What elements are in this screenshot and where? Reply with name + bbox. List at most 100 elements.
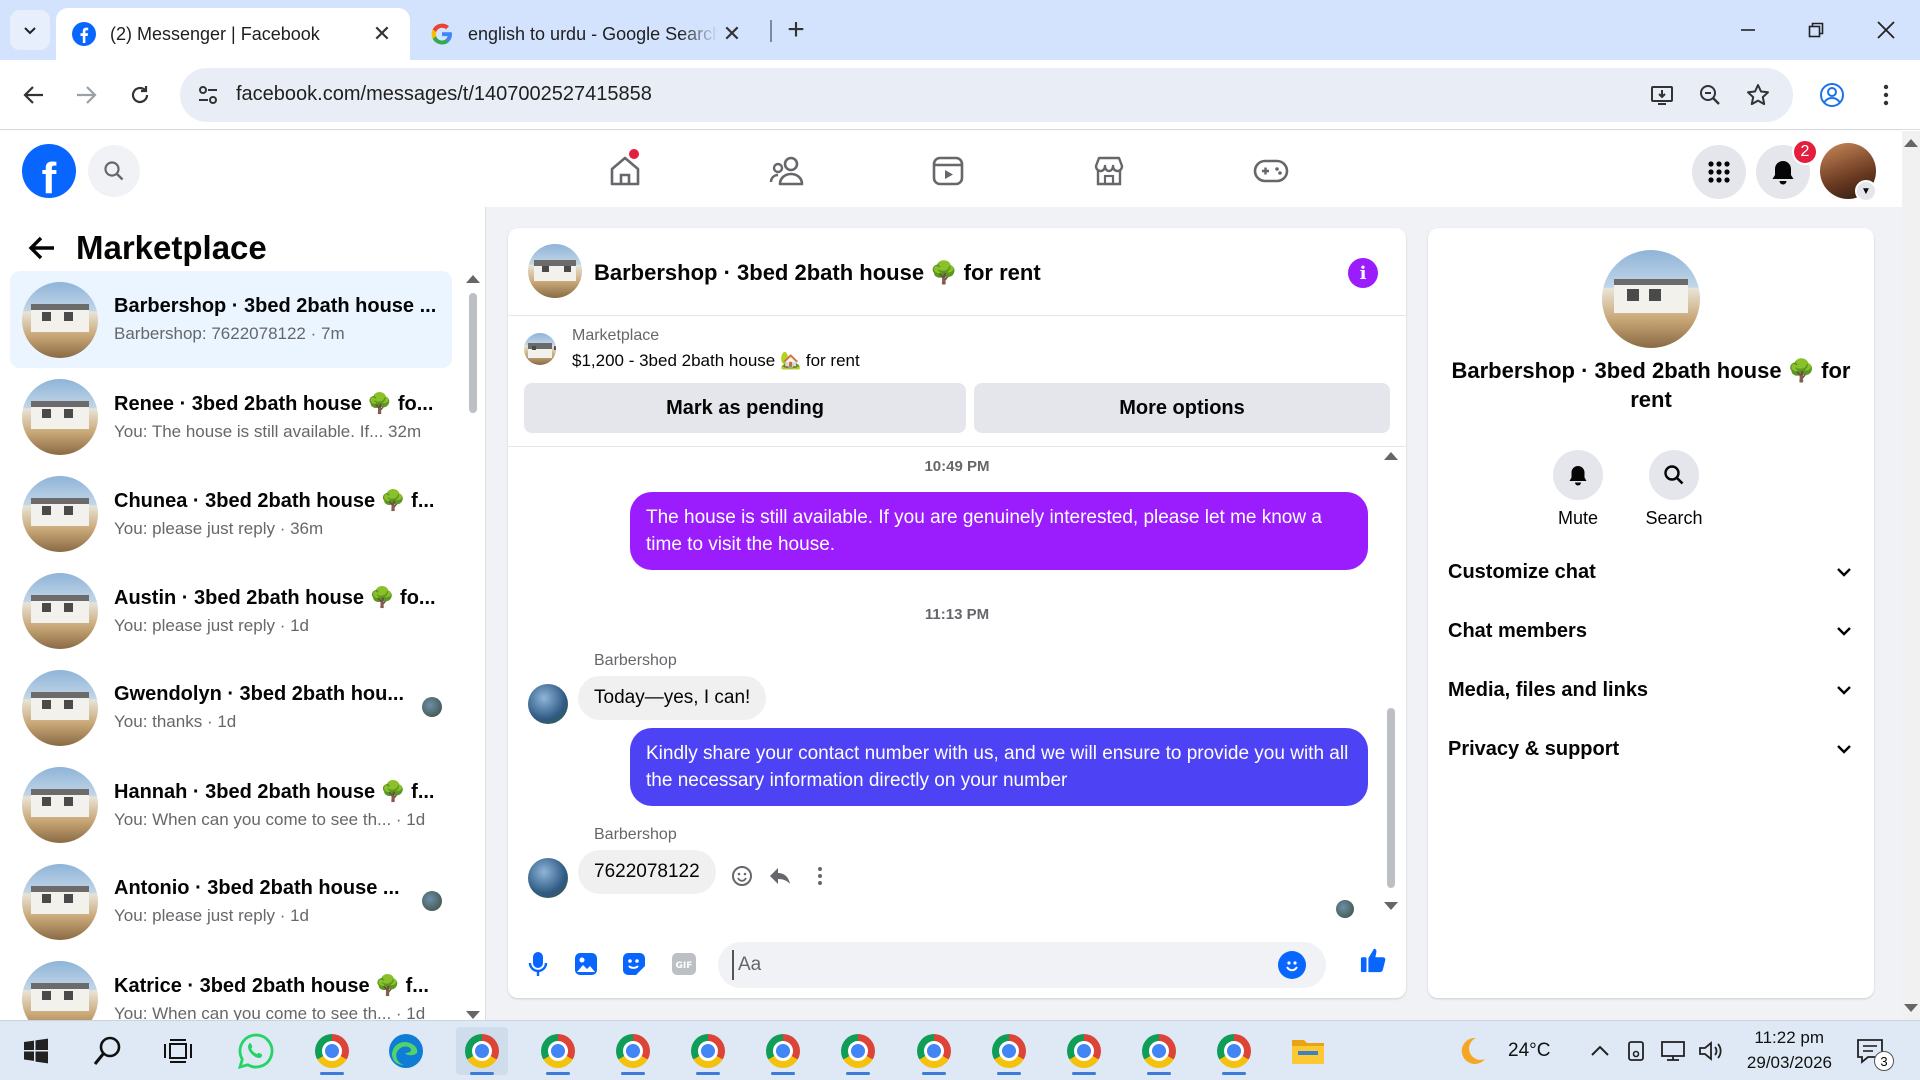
facebook-search-button[interactable] bbox=[88, 145, 140, 197]
react-button[interactable] bbox=[728, 862, 756, 890]
network-icon[interactable] bbox=[1656, 1027, 1690, 1075]
taskbar-chrome-profile-1[interactable] bbox=[306, 1027, 358, 1075]
task-view-button[interactable] bbox=[152, 1027, 204, 1075]
new-tab-button[interactable]: + bbox=[780, 13, 812, 46]
volume-icon[interactable] bbox=[1694, 1027, 1728, 1075]
reload-button[interactable] bbox=[120, 75, 160, 115]
taskbar-chrome-profile-10[interactable] bbox=[1133, 1027, 1185, 1075]
mute-button[interactable] bbox=[1553, 450, 1603, 500]
tab-search-button[interactable] bbox=[10, 10, 50, 50]
taskbar-chrome-profile-5[interactable] bbox=[757, 1027, 809, 1075]
conversation-item[interactable]: Antonio · 3bed 2bath house ... You: plea… bbox=[10, 853, 452, 950]
scroll-down-arrow[interactable] bbox=[1384, 902, 1398, 910]
taskbar-chrome-active[interactable] bbox=[456, 1027, 508, 1075]
conversation-list-scrollbar[interactable] bbox=[466, 267, 480, 1019]
chat-members-section[interactable]: Chat members bbox=[1448, 605, 1854, 657]
conversation-item[interactable]: Gwendolyn · 3bed 2bath hou... You: thank… bbox=[10, 659, 452, 756]
taskbar-chrome-profile-4[interactable] bbox=[682, 1027, 734, 1075]
back-button[interactable] bbox=[14, 75, 54, 115]
clock-time[interactable]: 11:22 pm bbox=[1746, 1028, 1824, 1048]
menu-button[interactable] bbox=[1692, 145, 1746, 199]
weather-temperature[interactable]: 24°C bbox=[1508, 1040, 1550, 1062]
close-tab-icon[interactable]: ✕ bbox=[718, 20, 746, 48]
search-in-conversation-button[interactable] bbox=[1649, 450, 1699, 500]
close-window-button[interactable] bbox=[1866, 10, 1906, 50]
gif-button[interactable]: GIF bbox=[670, 950, 698, 978]
scroll-down-arrow[interactable] bbox=[1904, 1004, 1918, 1012]
chat-title[interactable]: Barbershop · 3bed 2bath house 🌳 for rent bbox=[594, 260, 1041, 286]
taskbar-chrome-profile-8[interactable] bbox=[983, 1027, 1035, 1075]
facebook-logo[interactable]: f bbox=[22, 144, 76, 198]
nav-gaming[interactable] bbox=[1243, 143, 1299, 199]
chat-avatar[interactable] bbox=[528, 244, 582, 298]
notification-center-button[interactable]: 3 bbox=[1850, 1027, 1894, 1075]
conversation-item[interactable]: Hannah · 3bed 2bath house 🌳 f... You: Wh… bbox=[10, 756, 452, 853]
sender-avatar[interactable] bbox=[528, 684, 568, 724]
scroll-up-arrow[interactable] bbox=[466, 275, 480, 283]
restore-button[interactable] bbox=[1796, 10, 1836, 50]
incoming-message[interactable]: 7622078122 bbox=[578, 850, 716, 894]
minimize-button[interactable] bbox=[1728, 10, 1768, 50]
sender-avatar[interactable] bbox=[528, 858, 568, 898]
conversation-item[interactable]: Barbershop · 3bed 2bath house ... Barber… bbox=[10, 271, 452, 368]
attach-photo-button[interactable] bbox=[572, 950, 600, 978]
media-files-links-section[interactable]: Media, files and links bbox=[1448, 664, 1854, 716]
back-arrow-button[interactable] bbox=[24, 230, 60, 266]
message-input[interactable] bbox=[732, 950, 1252, 980]
send-like-button[interactable] bbox=[1360, 946, 1388, 974]
emoji-button[interactable] bbox=[1278, 951, 1306, 979]
scrollbar-thumb[interactable] bbox=[1387, 708, 1395, 888]
site-info-icon[interactable] bbox=[194, 81, 222, 109]
mute-action[interactable]: Mute bbox=[1538, 450, 1618, 529]
weather-widget-icon[interactable] bbox=[1452, 1027, 1492, 1075]
profile-button[interactable] bbox=[1812, 75, 1852, 115]
clock-date[interactable]: 29/03/2026 bbox=[1736, 1053, 1832, 1073]
nav-marketplace[interactable] bbox=[1081, 143, 1137, 199]
forward-button[interactable] bbox=[66, 75, 106, 115]
nav-friends[interactable] bbox=[759, 143, 815, 199]
tab-messenger[interactable]: (2) Messenger | Facebook ✕ bbox=[56, 8, 410, 60]
nav-home[interactable] bbox=[597, 143, 653, 199]
tab-google-search[interactable]: english to urdu - Google Search ✕ bbox=[420, 8, 760, 60]
taskbar-file-explorer[interactable] bbox=[1282, 1027, 1334, 1075]
info-icon[interactable]: i bbox=[1348, 258, 1378, 288]
incoming-message[interactable]: Today—yes, I can! bbox=[578, 676, 767, 720]
chat-info-avatar[interactable] bbox=[1602, 250, 1700, 348]
outgoing-message[interactable]: Kindly share your contact number with us… bbox=[630, 728, 1368, 806]
taskbar-chrome-profile-7[interactable] bbox=[908, 1027, 960, 1075]
taskbar-search-button[interactable] bbox=[82, 1027, 134, 1075]
zoom-icon[interactable] bbox=[1696, 81, 1724, 109]
chat-scrollbar[interactable] bbox=[1384, 448, 1398, 918]
voice-clip-button[interactable] bbox=[524, 950, 552, 978]
conversation-item[interactable]: Chunea · 3bed 2bath house 🌳 f... You: pl… bbox=[10, 465, 452, 562]
taskbar-edge[interactable] bbox=[380, 1027, 432, 1075]
taskbar-chrome-profile-6[interactable] bbox=[832, 1027, 884, 1075]
privacy-support-section[interactable]: Privacy & support bbox=[1448, 723, 1854, 775]
message-more-button[interactable] bbox=[806, 862, 834, 890]
start-button[interactable] bbox=[10, 1027, 62, 1075]
search-action[interactable]: Search bbox=[1634, 450, 1714, 529]
tray-device-icon[interactable] bbox=[1620, 1027, 1652, 1075]
conversation-item[interactable]: Austin · 3bed 2bath house 🌳 fo... You: p… bbox=[10, 562, 452, 659]
address-bar[interactable]: facebook.com/messages/t/1407002527415858 bbox=[180, 68, 1793, 122]
sticker-button[interactable] bbox=[620, 950, 648, 978]
bookmark-star-icon[interactable] bbox=[1744, 81, 1772, 109]
customize-chat-section[interactable]: Customize chat bbox=[1448, 546, 1854, 598]
show-hidden-icons-button[interactable] bbox=[1584, 1027, 1616, 1075]
scroll-up-arrow[interactable] bbox=[1904, 139, 1918, 147]
scroll-down-arrow[interactable] bbox=[466, 1011, 480, 1019]
mark-as-pending-button[interactable]: Mark as pending bbox=[524, 383, 966, 433]
taskbar-chrome-profile-2[interactable] bbox=[532, 1027, 584, 1075]
listing-thumbnail[interactable] bbox=[524, 333, 556, 365]
browser-menu-button[interactable] bbox=[1866, 75, 1906, 115]
taskbar-chrome-profile-9[interactable] bbox=[1058, 1027, 1110, 1075]
outgoing-message[interactable]: The house is still available. If you are… bbox=[630, 492, 1368, 570]
taskbar-chrome-profile-11[interactable] bbox=[1208, 1027, 1260, 1075]
scroll-up-arrow[interactable] bbox=[1384, 452, 1398, 460]
nav-video[interactable] bbox=[920, 143, 976, 199]
taskbar-chrome-profile-3[interactable] bbox=[607, 1027, 659, 1075]
more-options-button[interactable]: More options bbox=[974, 383, 1390, 433]
listing-price-title[interactable]: $1,200 - 3bed 2bath house 🏡 for rent bbox=[572, 351, 860, 371]
conversation-item[interactable]: Katrice · 3bed 2bath house 🌳 f... You: W… bbox=[10, 950, 452, 1020]
close-tab-icon[interactable]: ✕ bbox=[368, 20, 396, 48]
